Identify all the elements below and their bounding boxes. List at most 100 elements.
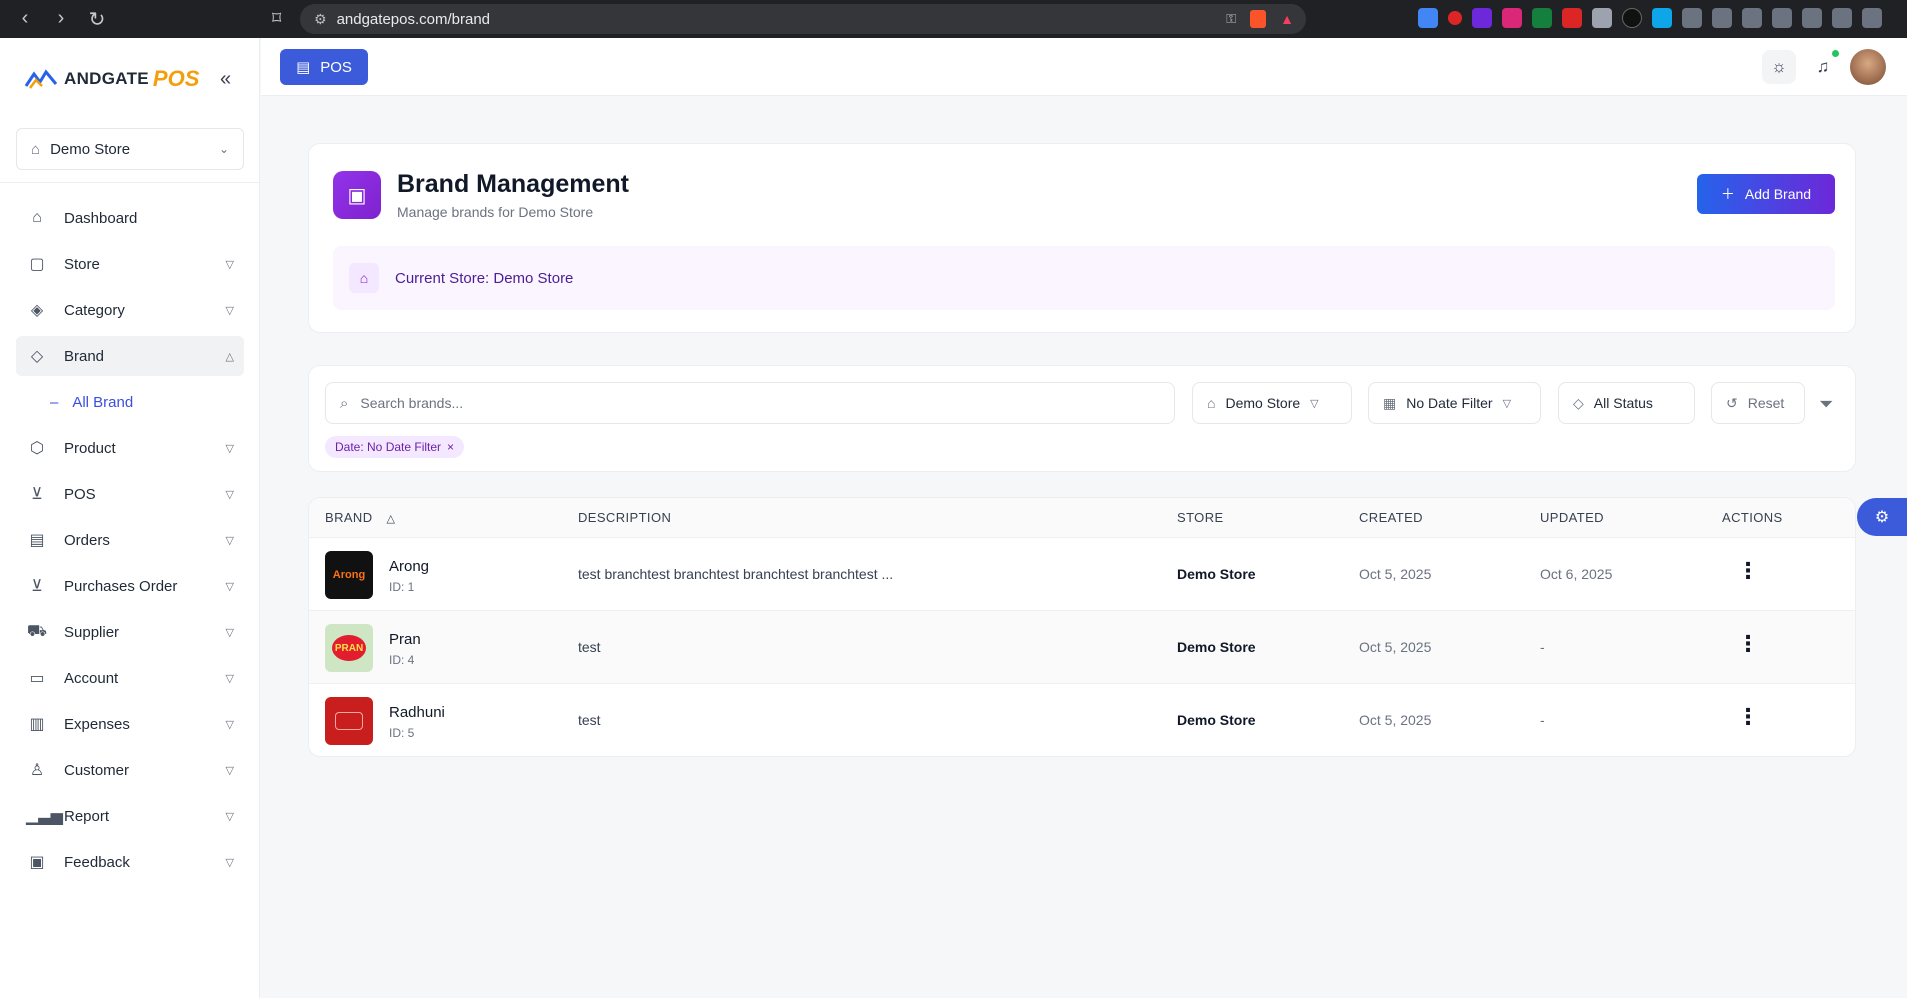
table-row[interactable]: PRAN Pran ID: 4 test Demo Store Oct 5, 2… <box>309 611 1855 684</box>
reset-button[interactable]: ↺ Reset <box>1711 382 1805 424</box>
download-icon[interactable] <box>1742 8 1762 28</box>
translate-extension-icon[interactable] <box>1418 8 1438 28</box>
forward-icon[interactable]: › <box>50 7 72 32</box>
more-actions-icon[interactable]: ⋮ <box>1737 560 1759 582</box>
dark-extension-icon[interactable] <box>1622 8 1642 28</box>
key-icon[interactable]: ⚿ <box>1226 11 1236 27</box>
search-icon: ⌕ <box>340 394 349 412</box>
settings-drawer-button[interactable]: ⚙ <box>1857 498 1907 536</box>
bookmark-icon[interactable]: ⌑ <box>272 8 281 29</box>
subitem-dash: – <box>50 393 59 411</box>
filter-funnel-icon[interactable]: ⏷ <box>1819 394 1833 415</box>
chevron-down-icon: ▽ <box>1310 397 1319 410</box>
column-header-description: DESCRIPTION <box>578 510 672 525</box>
store-icon: ▢ <box>29 256 45 273</box>
sidebar-item-customer[interactable]: ♙ Customer ▽ <box>16 750 244 790</box>
chevron-down-icon: ▽ <box>225 672 234 685</box>
avatar[interactable] <box>1850 49 1886 85</box>
picker-extension-icon[interactable] <box>1592 8 1612 28</box>
brand-store: Demo Store <box>1177 639 1256 655</box>
purple-extension-icon[interactable] <box>1472 8 1492 28</box>
users-icon: ♙ <box>29 762 45 779</box>
sun-icon: ☼ <box>1771 57 1787 76</box>
sidebar-item-account[interactable]: ▭ Account ▽ <box>16 658 244 698</box>
sidebar-item-purchases-order[interactable]: ⊻ Purchases Order ▽ <box>16 566 244 606</box>
green-extension-icon[interactable] <box>1532 8 1552 28</box>
wallet-icon[interactable] <box>1802 8 1822 28</box>
date-filter-dropdown[interactable]: ▦ No Date Filter ▽ <box>1368 382 1541 424</box>
collapse-sidebar-icon[interactable]: « <box>220 68 231 91</box>
brand-logo-pran: PRAN <box>325 624 373 672</box>
puzzle-extension-icon[interactable] <box>1682 8 1702 28</box>
sidebar-item-orders[interactable]: ▤ Orders ▽ <box>16 520 244 560</box>
sidebar-item-brand[interactable]: ◇ Brand △ <box>16 336 244 376</box>
table-row[interactable]: Radhuni ID: 5 test Demo Store Oct 5, 202… <box>309 684 1855 756</box>
sidebar-item-report[interactable]: ▁▃▅ Report ▽ <box>16 796 244 836</box>
add-brand-button[interactable]: ＋ Add Brand <box>1697 174 1835 214</box>
close-icon[interactable]: × <box>447 440 454 454</box>
truck-icon: ⛟ <box>26 623 48 640</box>
sidebar-item-dashboard[interactable]: ⌂ Dashboard <box>16 198 244 238</box>
column-header-actions: ACTIONS <box>1722 510 1783 525</box>
theme-toggle-button[interactable]: ☼ <box>1762 50 1796 84</box>
menu-icon[interactable] <box>1862 8 1882 28</box>
filter-card: ⌕ ⌂ Demo Store ▽ ▦ No Date Filter ▽ ◇ Al… <box>308 365 1856 472</box>
ublock-extension-icon[interactable] <box>1502 8 1522 28</box>
sort-asc-icon[interactable]: △ <box>387 513 396 525</box>
brave-rewards-icon[interactable]: ▲ <box>1280 11 1294 27</box>
youtube-extension-icon[interactable] <box>1562 8 1582 28</box>
cart-icon: ⊻ <box>31 578 43 595</box>
app-logo[interactable]: ANDGATE POS <box>24 66 199 92</box>
chevron-down-icon: ⌄ <box>218 142 229 156</box>
site-settings-icon[interactable]: ⚙ <box>314 11 327 28</box>
chevron-down-icon: ▽ <box>225 856 234 869</box>
chevron-down-icon: ▽ <box>225 534 234 547</box>
sidebar-item-pos[interactable]: ⊻ POS ▽ <box>16 474 244 514</box>
brand-created: Oct 5, 2025 <box>1359 712 1432 728</box>
sidebar-item-label: Feedback <box>64 853 130 871</box>
sidebar-toggle-icon[interactable] <box>1772 8 1792 28</box>
table-row[interactable]: Arong Arong ID: 1 test branchtest branch… <box>309 538 1855 611</box>
reload-icon[interactable]: ↻ <box>86 7 108 32</box>
sidebar-item-expenses[interactable]: ▥ Expenses ▽ <box>16 704 244 744</box>
search-input[interactable] <box>360 395 1141 411</box>
column-header-brand[interactable]: BRAND △ <box>325 498 395 538</box>
page-title: Brand Management <box>397 170 629 198</box>
status-filter-dropdown[interactable]: ◇ All Status <box>1558 382 1695 424</box>
sidebar-item-label: Account <box>64 669 119 687</box>
logo-accent: POS <box>152 66 200 91</box>
current-store-banner: ⌂ Current Store: Demo Store <box>333 246 1835 310</box>
pos-button[interactable]: ▤ POS <box>280 49 368 85</box>
sidebar-item-product[interactable]: ⬡ Product ▽ <box>16 428 244 468</box>
address-bar[interactable]: ⚙ andgatepos.com/brand ⚿ ▲ <box>300 4 1306 34</box>
leo-ai-icon[interactable] <box>1832 8 1852 28</box>
sidebar-subitem-label: All Brand <box>72 393 134 411</box>
sidebar-item-store[interactable]: ▢ Store ▽ <box>16 244 244 284</box>
store-filter-dropdown[interactable]: ⌂ Demo Store ▽ <box>1192 382 1352 424</box>
page-subtitle: Manage brands for Demo Store <box>397 204 594 220</box>
wallet-icon: ▭ <box>29 670 45 687</box>
sidebar-item-feedback[interactable]: ▣ Feedback ▽ <box>16 842 244 882</box>
brave-shield-icon[interactable] <box>1250 10 1267 28</box>
more-actions-icon[interactable]: ⋮ <box>1737 706 1759 728</box>
search-box[interactable]: ⌕ <box>325 382 1175 424</box>
back-icon[interactable]: ‹ <box>14 7 36 32</box>
chevron-down-icon: ▽ <box>225 626 234 639</box>
store-icon: ⌂ <box>1207 395 1216 411</box>
sidebar-item-supplier[interactable]: ⛟ Supplier ▽ <box>16 612 244 652</box>
sidebar: ANDGATE POS « ⌂ Demo Store ⌄ ⌂ Dashboard… <box>0 38 260 998</box>
screenshot-extension-icon[interactable] <box>1712 8 1732 28</box>
sidebar-subitem-all-brand[interactable]: – All Brand <box>16 382 244 422</box>
layers-icon: ◈ <box>30 302 44 319</box>
status-filter-value: All Status <box>1593 395 1653 411</box>
brand-id: ID: 1 <box>389 580 415 594</box>
document-icon: ▤ <box>29 532 45 549</box>
red-dot-extension-icon[interactable] <box>1448 11 1462 25</box>
brand-name: Pran <box>389 631 421 648</box>
store-selector[interactable]: ⌂ Demo Store ⌄ <box>16 128 244 170</box>
sidebar-menu: ⌂ Dashboard ▢ Store ▽ ◈ Category ▽ ◇ Bra… <box>16 198 244 888</box>
teal-extension-icon[interactable] <box>1652 8 1672 28</box>
sidebar-item-category[interactable]: ◈ Category ▽ <box>16 290 244 330</box>
chevron-down-icon: ▽ <box>225 488 234 501</box>
more-actions-icon[interactable]: ⋮ <box>1737 633 1759 655</box>
